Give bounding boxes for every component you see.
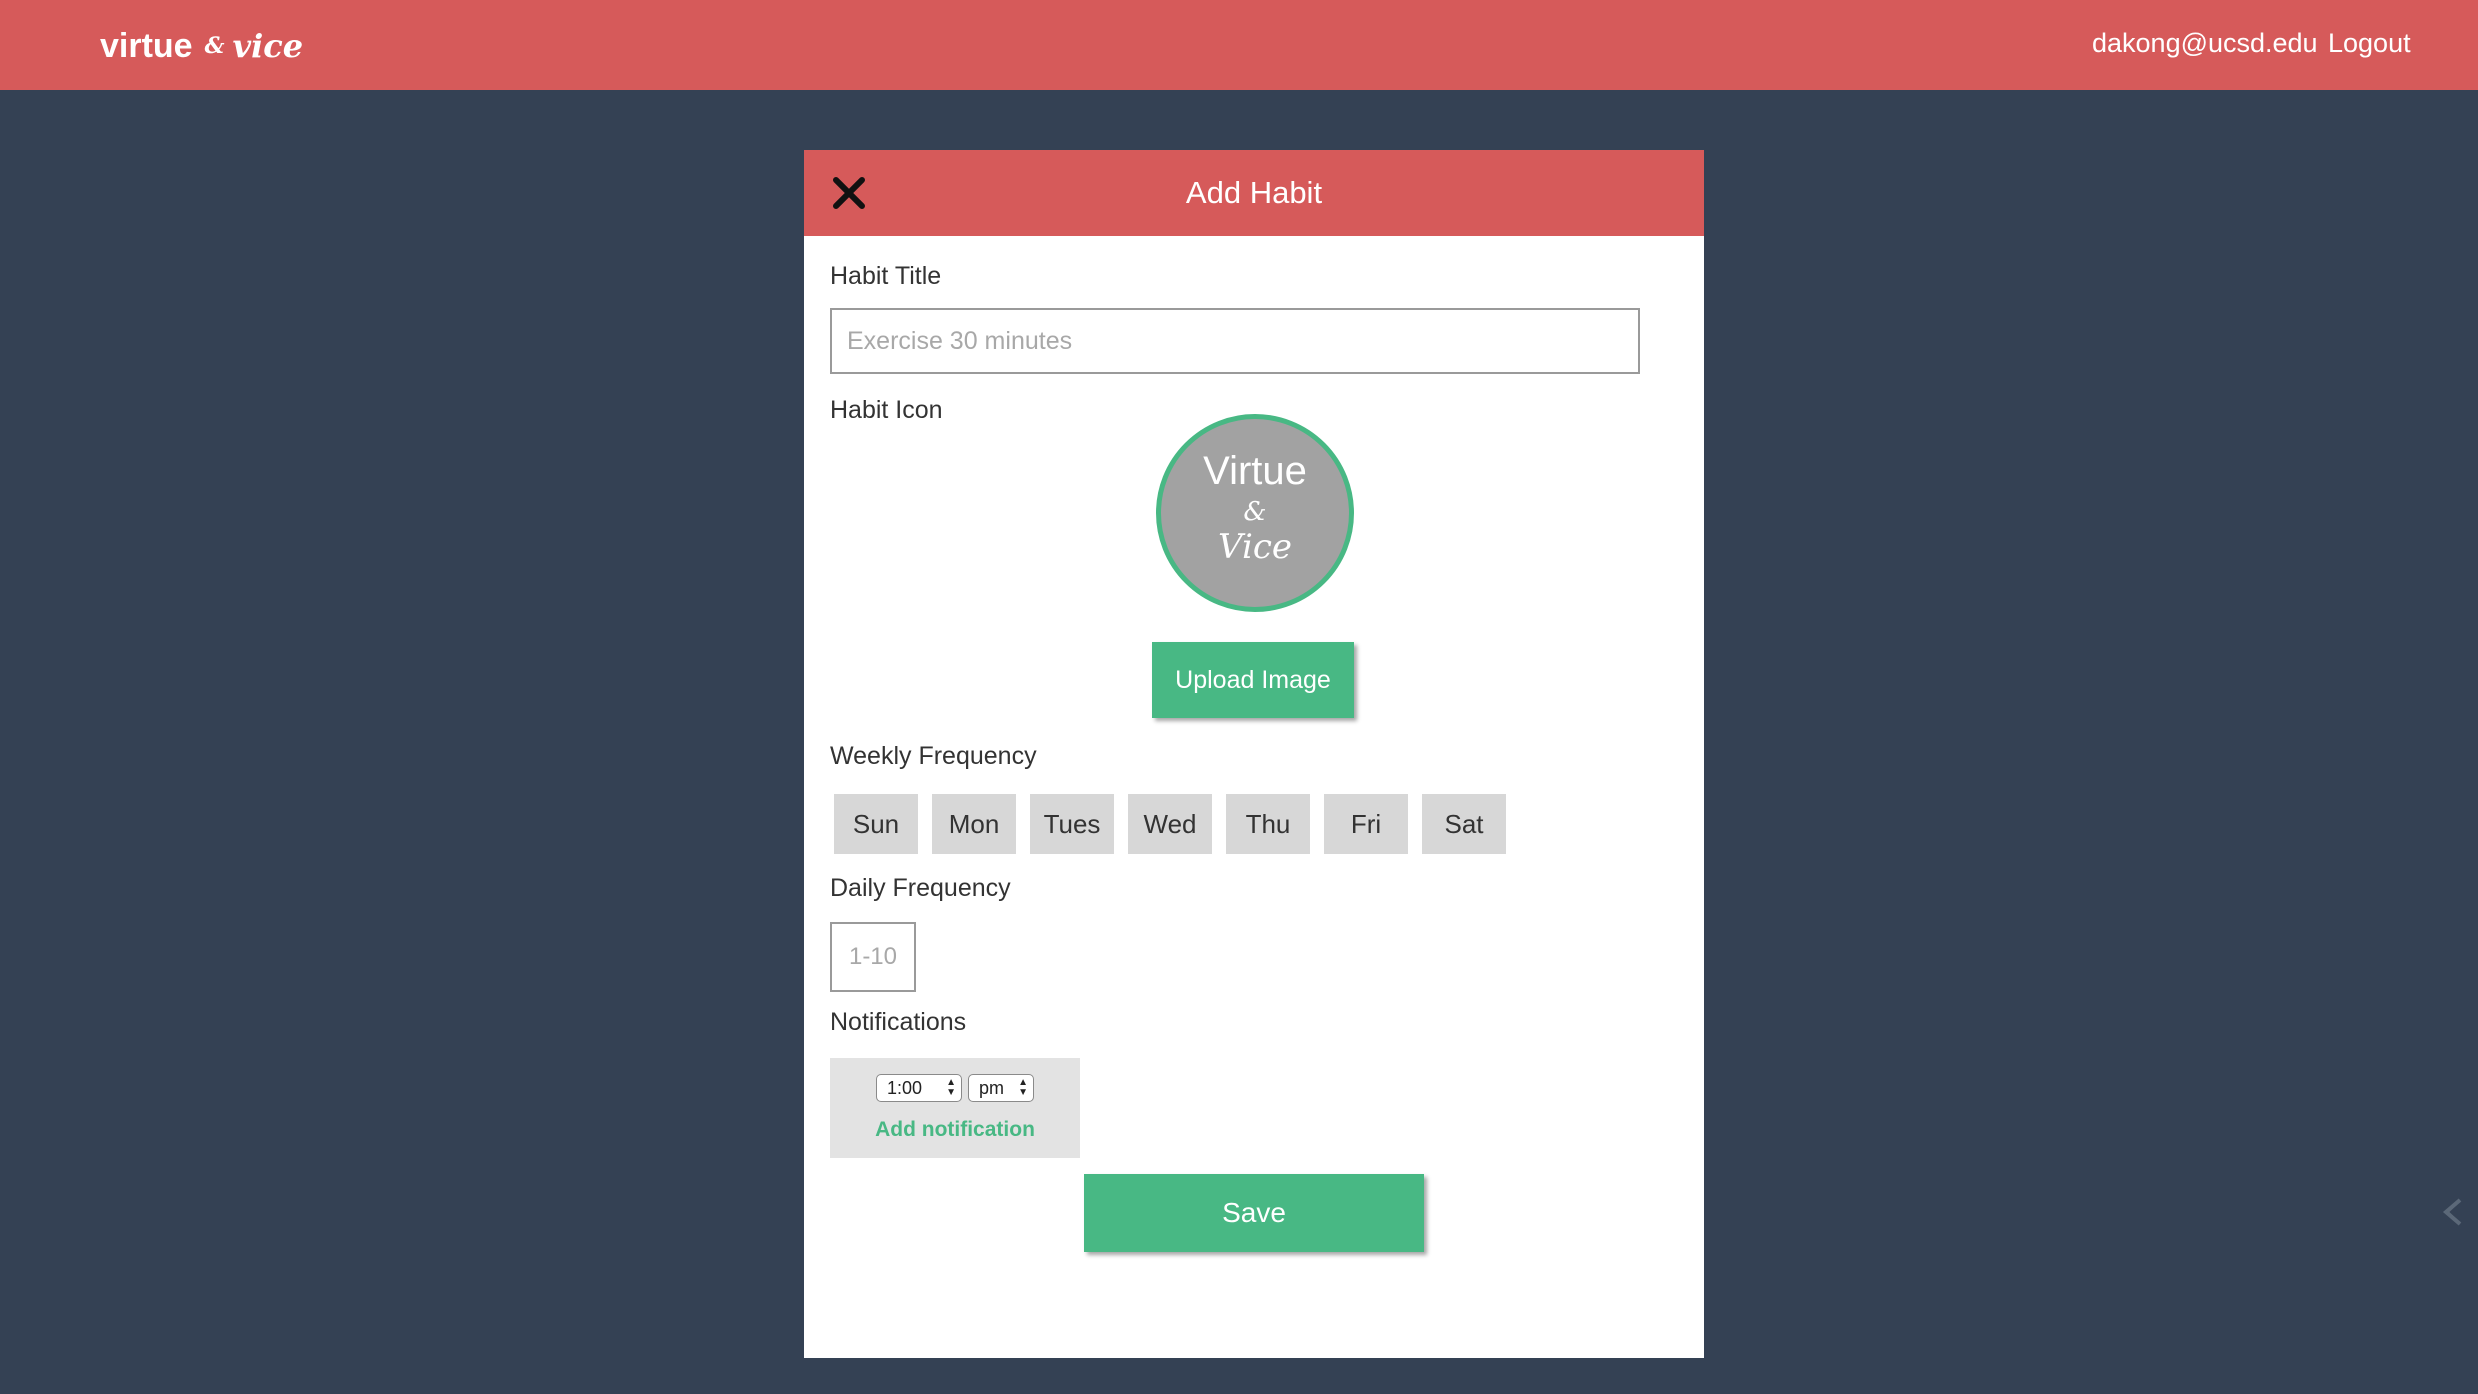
notification-time-select[interactable]: 1:00 ▲ ▼ [876, 1074, 962, 1102]
icon-text-ampersand: & [1243, 497, 1267, 527]
day-button-sun[interactable]: Sun [834, 794, 918, 854]
habit-icon-preview: Virtue & Vice [1156, 414, 1354, 612]
habit-title-label: Habit Title [830, 262, 942, 290]
brand-virtue: virtue [100, 26, 193, 65]
add-notification-link[interactable]: Add notification [830, 1118, 1080, 1142]
icon-text-vice: Vice [1218, 527, 1292, 567]
brand-vice: vice [232, 27, 304, 65]
notification-ampm-value: pm [979, 1077, 1005, 1098]
day-button-fri[interactable]: Fri [1324, 794, 1408, 854]
top-navbar: virtue & vice dakong@ucsd.edu Logout [0, 0, 2478, 90]
weekly-frequency-label: Weekly Frequency [830, 742, 1037, 770]
habit-title-input[interactable] [830, 308, 1640, 374]
brand-ampersand: & [204, 33, 225, 59]
logout-link[interactable]: Logout [2328, 28, 2411, 59]
daily-frequency-label: Daily Frequency [830, 874, 1011, 902]
day-button-sat[interactable]: Sat [1422, 794, 1506, 854]
brand-logo[interactable]: virtue & vice [100, 26, 303, 66]
modal-title: Add Habit [1185, 175, 1323, 210]
day-button-tues[interactable]: Tues [1030, 794, 1114, 854]
save-button[interactable]: Save [1084, 1174, 1424, 1252]
collapse-arrow-icon[interactable] [2440, 1196, 2466, 1228]
habit-icon-label: Habit Icon [830, 396, 943, 424]
notification-time-value: 1:00 [887, 1077, 923, 1098]
day-button-thu[interactable]: Thu [1226, 794, 1310, 854]
daily-frequency-input[interactable] [830, 922, 916, 992]
notifications-label: Notifications [830, 1008, 967, 1036]
notification-ampm-select[interactable]: pm ▲ ▼ [968, 1074, 1034, 1102]
modal-header: Add Habit [804, 150, 1704, 236]
user-email-link[interactable]: dakong@ucsd.edu [2092, 28, 2318, 59]
icon-text-virtue: Virtue [1203, 449, 1307, 493]
day-button-wed[interactable]: Wed [1128, 794, 1212, 854]
close-icon[interactable] [830, 174, 868, 212]
add-habit-modal: Add Habit Habit Title Habit Icon Virtue … [804, 150, 1704, 1358]
notification-panel: 1:00 ▲ ▼ pm ▲ ▼ Add notification [830, 1058, 1080, 1158]
select-arrows-icon: ▲ ▼ [946, 1077, 956, 1098]
select-arrows-icon: ▲ ▼ [1018, 1077, 1028, 1098]
upload-image-button[interactable]: Upload Image [1152, 642, 1354, 718]
day-button-mon[interactable]: Mon [932, 794, 1016, 854]
